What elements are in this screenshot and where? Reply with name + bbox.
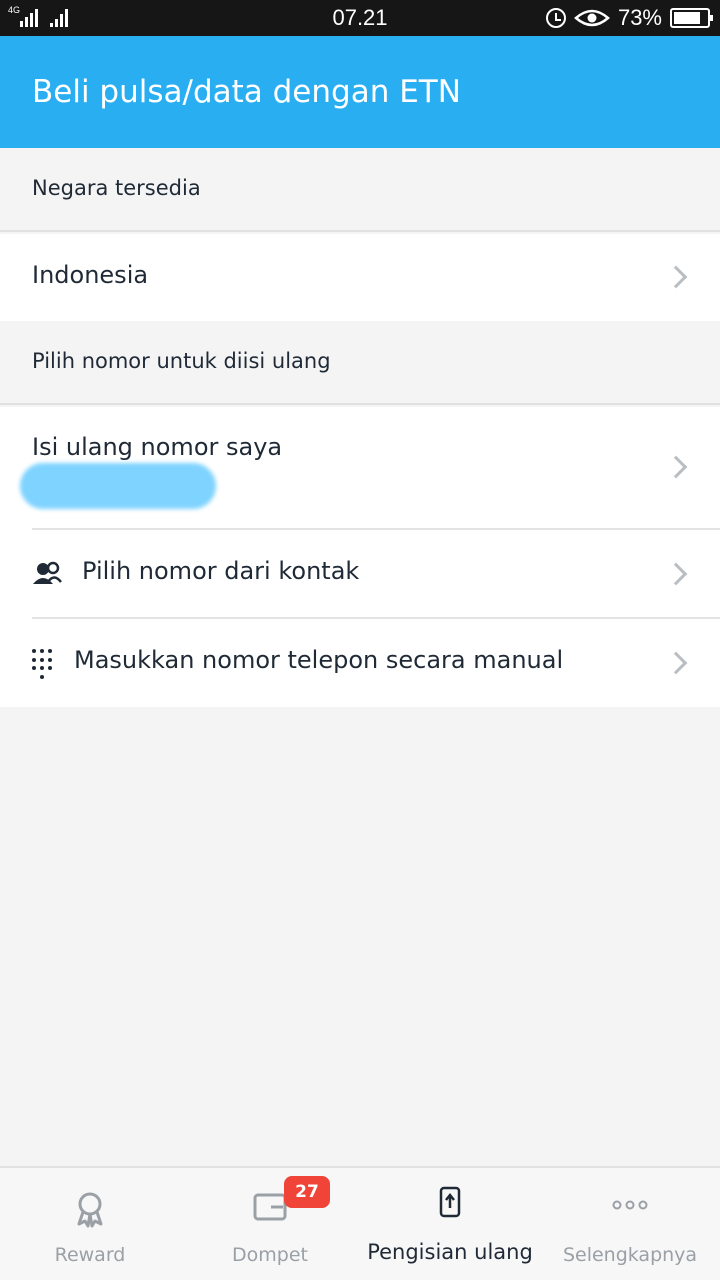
chevron-right-icon [664,265,688,289]
alarm-icon [545,8,566,28]
contacts-icon [33,561,62,584]
page-title: Beli pulsa/data dengan ETN [32,74,461,110]
status-bar: 4G 07.21 73% [0,0,720,36]
contacts-label: Pilih nomor dari kontak [82,557,360,585]
notification-badge: 27 [284,1176,330,1208]
contacts-row[interactable]: Pilih nomor dari kontak [0,530,720,618]
nav-label: Pengisian ulang [367,1240,533,1264]
app-bar: Beli pulsa/data dengan ETN [0,36,720,148]
nav-label: Reward [54,1244,126,1266]
nav-label: Selengkapnya [562,1244,698,1266]
number-options: Isi ulang nomor saya Pilih nomor dari ko… [0,407,720,707]
country-value: Indonesia [32,261,149,289]
nav-wallet[interactable]: Dompet [180,1168,360,1280]
more-icon [612,1200,648,1210]
nav-recharge[interactable]: Pengisian ulang [360,1168,540,1280]
battery-icon [670,8,713,28]
own-number-row[interactable]: Isi ulang nomor saya [0,407,720,529]
chevron-right-icon [664,455,688,479]
eye-icon [574,9,610,27]
status-right: 73% [545,5,713,31]
manual-entry-label: Masukkan nomor telepon secara manual [74,646,564,674]
section-header-label: Pilih nomor untuk diisi ulang [32,349,331,373]
redacted-phone-number [20,463,216,509]
recharge-icon [439,1186,461,1218]
battery-level: 73% [617,5,662,30]
dialpad-icon [32,649,52,679]
section-header-label: Negara tersedia [32,176,201,200]
reward-icon [77,1192,103,1228]
nav-reward[interactable]: Reward [0,1168,180,1280]
section-header-number: Pilih nomor untuk diisi ulang [0,321,720,405]
country-row[interactable]: Indonesia [0,234,720,321]
nav-more[interactable]: Selengkapnya [540,1168,720,1280]
chevron-right-icon [664,562,688,586]
nav-label: Dompet [232,1244,308,1266]
section-header-country: Negara tersedia [0,148,720,232]
manual-entry-row[interactable]: Masukkan nomor telepon secara manual [0,619,720,707]
own-number-label: Isi ulang nomor saya [32,433,283,461]
wallet-icon [253,1193,287,1221]
chevron-right-icon [664,651,688,675]
bottom-nav: Reward Dompet 27 Pengisian ulang Selengk… [0,1166,720,1280]
